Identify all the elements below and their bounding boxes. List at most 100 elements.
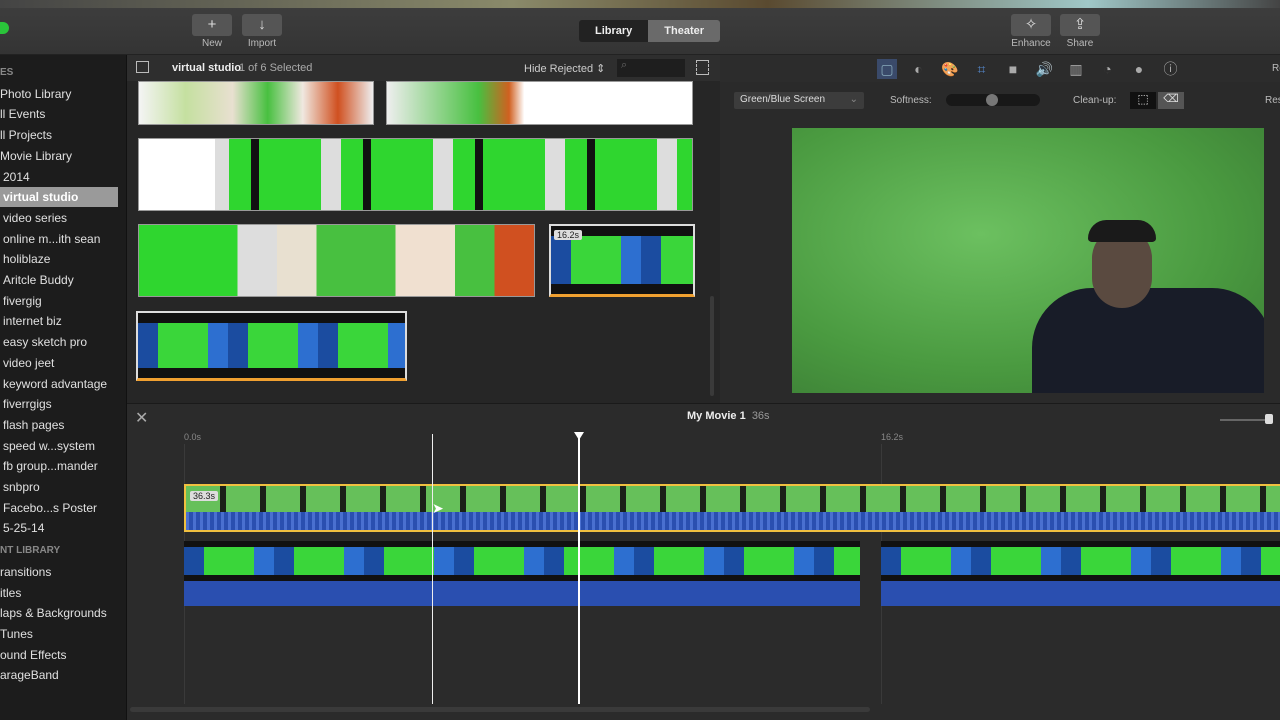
sidebar-item[interactable]: virtual studio — [0, 187, 118, 208]
movie-name: My Movie 1 — [687, 410, 746, 422]
timeline: ✕ My Movie 1 36s 0.0s 16.2s 36.3s ➤ — [127, 403, 1280, 720]
sidebar-item[interactable]: ll Events — [0, 104, 118, 124]
speed-icon[interactable]: ◔ — [1098, 59, 1118, 79]
skimmer-line — [432, 434, 433, 704]
import-button[interactable]: ↓ — [242, 14, 282, 36]
sidebar-item[interactable]: fivergig — [0, 291, 118, 311]
clip-thumbnail[interactable] — [138, 224, 535, 297]
primary-clip[interactable]: 36.3s — [184, 484, 1280, 532]
sidebar-item[interactable]: laps & Backgrounds — [0, 603, 118, 623]
sidebar-item[interactable]: internet biz — [0, 311, 118, 331]
video-preview — [792, 128, 1264, 393]
timeline-scrollbar[interactable] — [130, 707, 870, 712]
main-toolbar: + New ↓ Import Library Theater ✧ Enhance… — [0, 8, 1280, 55]
stabilization-icon[interactable]: ■ — [1003, 59, 1023, 79]
sidebar-item[interactable]: Movie Library — [0, 146, 118, 166]
sidebar-item[interactable]: flash pages — [0, 415, 118, 435]
clip-thumbnail[interactable] — [138, 138, 693, 211]
filmstrip-icon[interactable] — [696, 60, 709, 75]
clip-thumbnail[interactable] — [138, 81, 374, 125]
zoom-slider-knob[interactable] — [1265, 414, 1273, 424]
slider-knob[interactable] — [986, 94, 998, 106]
sidebar-item[interactable]: snbpro — [0, 477, 118, 497]
secondary-clip[interactable] — [881, 541, 1280, 581]
eraser-icon[interactable]: ⌫ — [1158, 92, 1184, 109]
sidebar-item[interactable]: arageBand — [0, 665, 118, 685]
clip-thumbnail[interactable] — [386, 81, 693, 125]
equalizer-icon[interactable]: ▥ — [1066, 59, 1086, 79]
softness-label: Softness: — [890, 95, 932, 106]
enhance-label: Enhance — [1011, 38, 1051, 49]
tab-library[interactable]: Library — [579, 20, 649, 42]
softness-slider[interactable] — [946, 94, 1040, 106]
filter-label: Hide Rejected — [524, 63, 594, 75]
sidebar-item[interactable]: fiverrgigs — [0, 394, 118, 414]
viewer: ▢ ◐ 🎨 ⌗ ■ 🔊 ▥ ◔ ● ⓘ Re Green/Blue Screen ⌄ Softness… — [720, 55, 1280, 403]
clip-thumbnail-selected[interactable]: 16.2s — [549, 224, 695, 297]
sidebar-item[interactable]: ll Projects — [0, 125, 118, 145]
new-button[interactable]: + — [192, 14, 232, 36]
sidebar-item[interactable]: holiblaze — [0, 249, 118, 269]
hide-rejected-dropdown[interactable]: Hide Rejected ⇕ — [524, 62, 605, 75]
share-label: Share — [1066, 38, 1094, 49]
video-overlay-dropdown[interactable]: Green/Blue Screen ⌄ — [734, 92, 864, 109]
reset-button[interactable]: Res — [1265, 95, 1280, 106]
sidebar-item[interactable]: 5-25-14 — [0, 518, 118, 538]
crop-icon[interactable]: ⌗ — [972, 59, 992, 79]
playhead[interactable] — [578, 434, 580, 704]
clip-duration-badge: 36.3s — [190, 491, 219, 501]
magic-wand-icon: ✧ — [1024, 16, 1038, 33]
sidebar-item[interactable]: itles — [0, 583, 118, 603]
playhead-marker-icon[interactable] — [574, 432, 584, 440]
sidebar-section-header: ES — [0, 67, 14, 78]
sidebar-item[interactable]: speed w...system — [0, 436, 118, 456]
sidebar-item[interactable]: ransitions — [0, 562, 118, 582]
zoom-slider[interactable] — [1220, 419, 1265, 421]
sidebar-toggle-icon[interactable] — [136, 61, 149, 73]
share-button[interactable]: ⇪ — [1060, 14, 1100, 36]
movie-duration: 36s — [751, 410, 770, 422]
sidebar-item[interactable]: video jeet — [0, 353, 118, 373]
cleanup-crop-icon[interactable]: ⬚ — [1130, 92, 1156, 109]
sidebar-item[interactable]: ound Effects — [0, 645, 118, 665]
chevron-down-icon: ⌄ — [849, 94, 858, 105]
sidebar-item[interactable]: online m...ith sean — [0, 229, 118, 249]
sidebar-item[interactable]: fb group...mander — [0, 456, 118, 476]
sidebar-item[interactable]: video series — [0, 208, 118, 228]
sidebar-item[interactable]: Aritcle Buddy — [0, 270, 118, 290]
color-correction-icon[interactable]: ◐ — [909, 59, 929, 79]
close-icon[interactable]: ✕ — [135, 408, 148, 428]
volume-icon[interactable]: 🔊 — [1035, 59, 1055, 79]
browser-scrollbar[interactable] — [710, 296, 714, 396]
sidebar-item[interactable]: keyword advantage — [0, 374, 118, 394]
balance-icon[interactable]: ▢ — [877, 59, 897, 79]
tick-label: 16.2s — [881, 432, 904, 442]
event-name: virtual studio — [172, 62, 242, 74]
tick-label: 0.0s — [184, 432, 202, 442]
sidebar-item[interactable]: Tunes — [0, 624, 118, 644]
tab-theater[interactable]: Theater — [648, 20, 721, 42]
selection-count: 1 of 6 Selected — [239, 62, 313, 74]
sidebar-item[interactable]: 2014 — [0, 167, 118, 187]
search-input[interactable]: ⌕ — [617, 59, 685, 77]
sidebar-item[interactable]: Photo Library — [0, 84, 118, 104]
color-palette-icon[interactable]: 🎨 — [940, 59, 960, 79]
filter-icon[interactable]: ● — [1129, 59, 1149, 79]
info-icon[interactable]: ⓘ — [1161, 59, 1181, 79]
search-icon: ⌕ — [621, 59, 628, 71]
window-zoom-button[interactable] — [0, 22, 9, 34]
enhance-button[interactable]: ✧ — [1011, 14, 1051, 36]
project-title: My Movie 1 36s — [687, 410, 770, 422]
secondary-clip[interactable] — [184, 541, 860, 581]
share-icon: ⇪ — [1073, 16, 1087, 33]
sidebar-item[interactable]: Facebo...s Poster — [0, 498, 118, 518]
clip-browser: 16.2s — [127, 81, 720, 403]
audio-waveform — [186, 512, 1280, 530]
clip-thumbnail[interactable] — [136, 311, 407, 381]
libraries-sidebar: ES Photo Library ll Events ll Projects Movie… — [0, 55, 127, 720]
sidebar-item[interactable]: easy sketch pro — [0, 332, 118, 352]
arrow-down-icon: ↓ — [258, 16, 266, 33]
import-label: Import — [247, 38, 277, 49]
reset-all-button[interactable]: Re — [1272, 63, 1280, 74]
cleanup-label: Clean-up: — [1073, 95, 1117, 106]
